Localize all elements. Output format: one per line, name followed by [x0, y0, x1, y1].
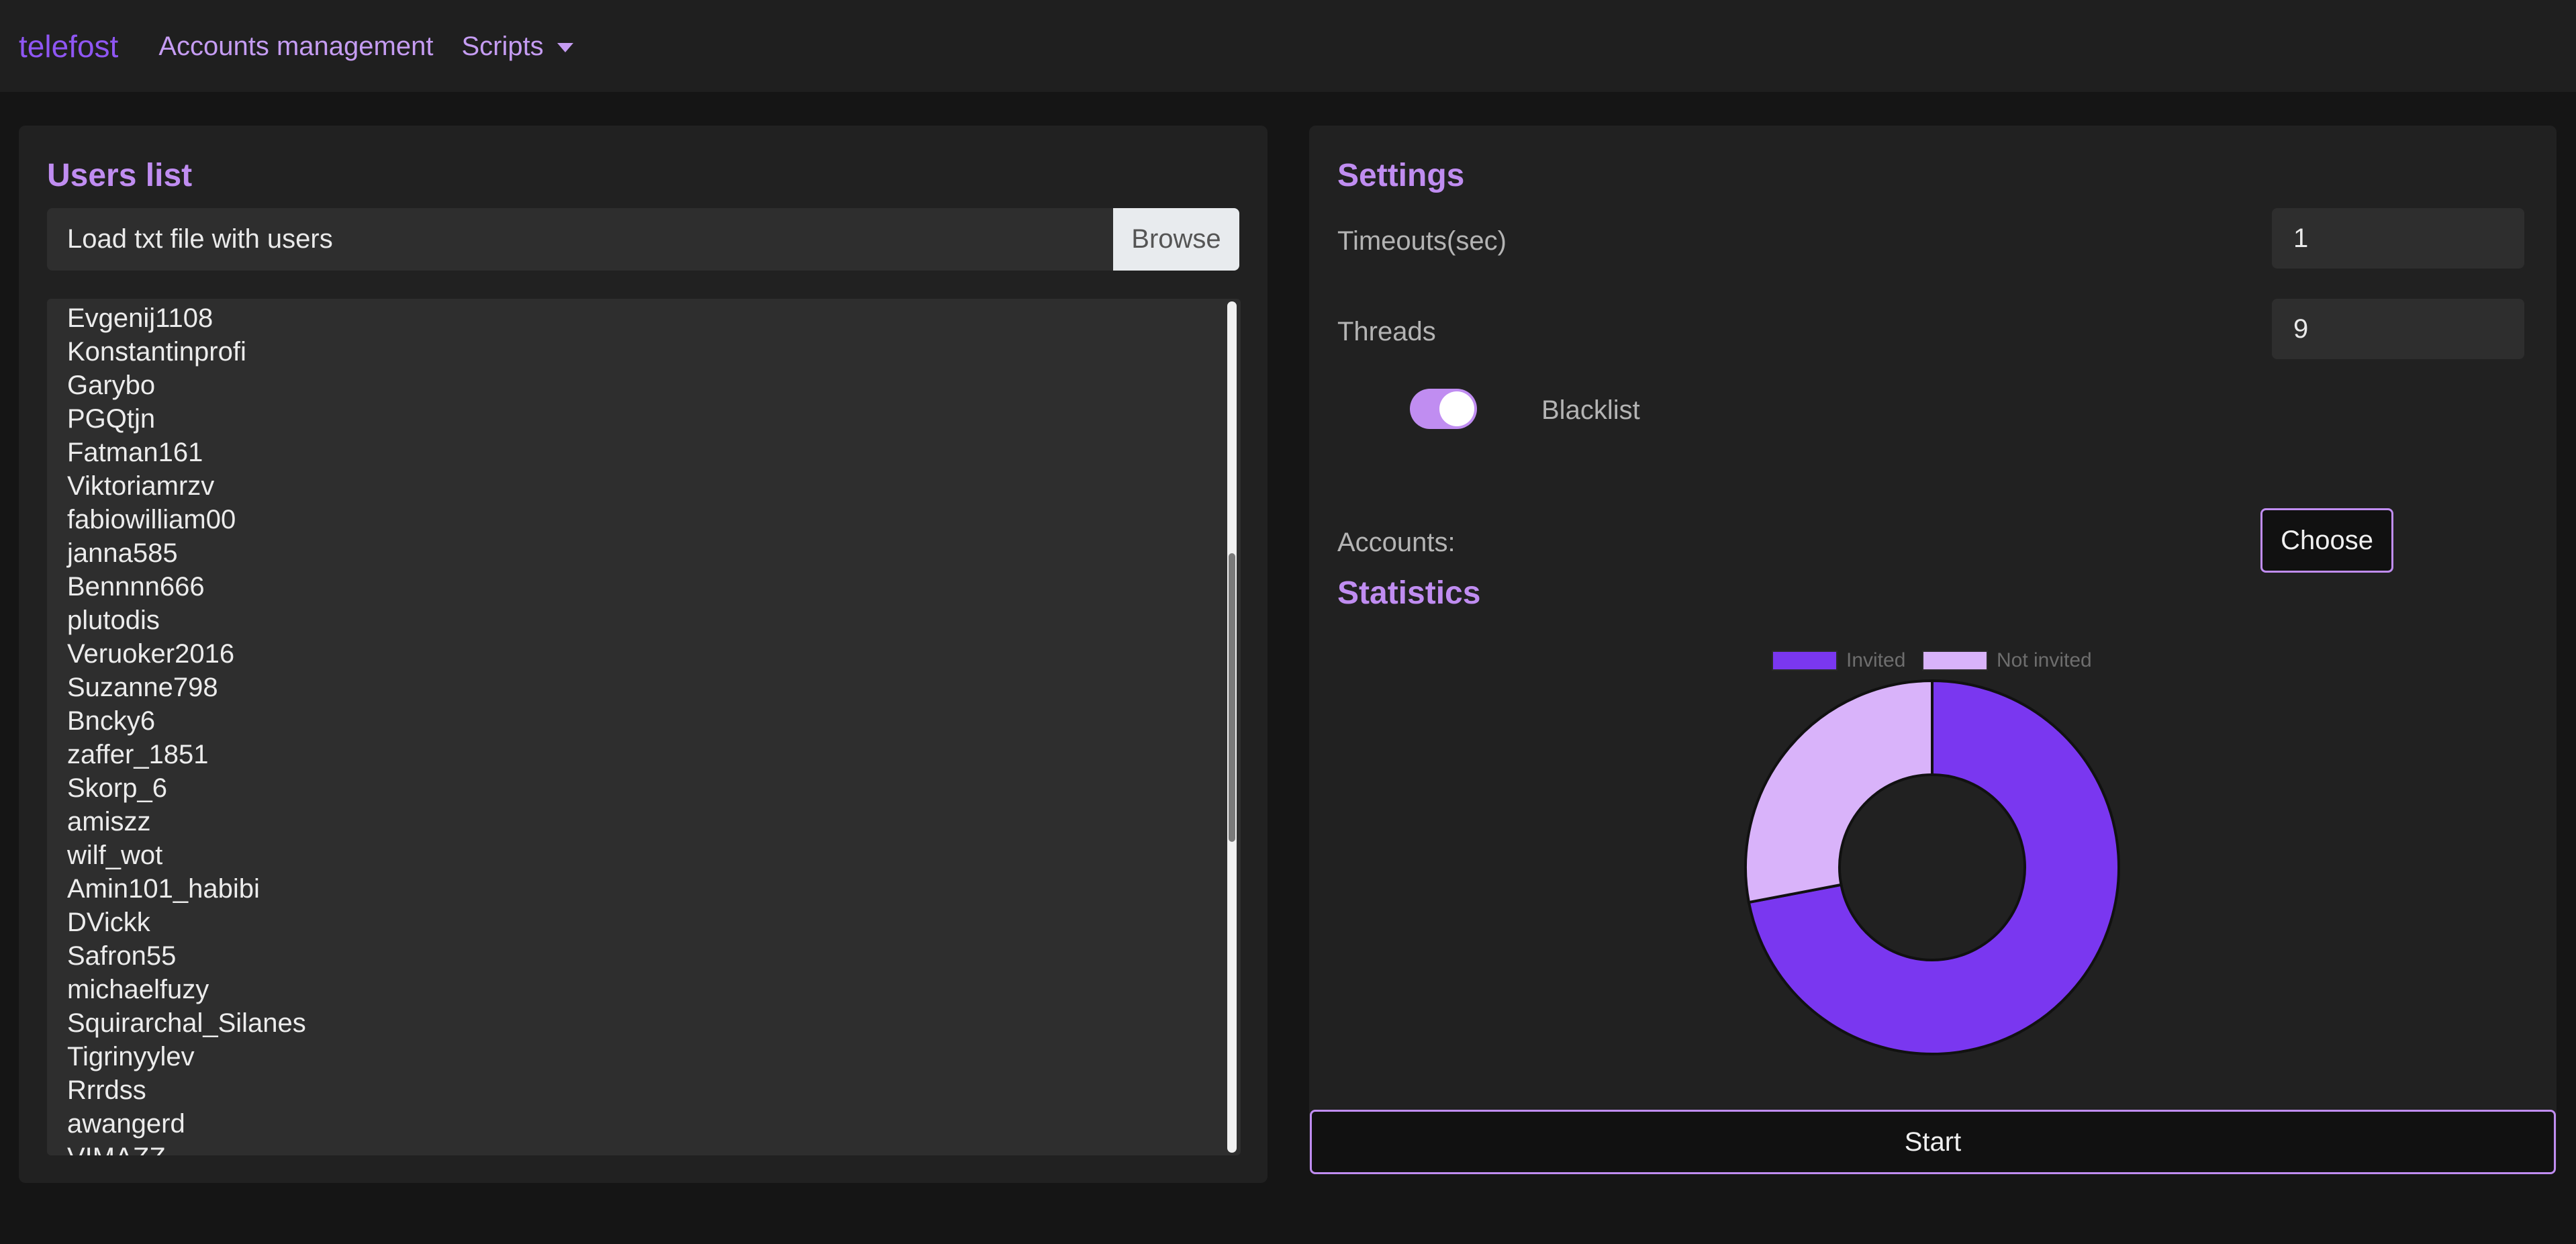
user-list-item[interactable]: Rrrdss — [67, 1073, 1195, 1107]
user-list-item[interactable]: VIMAZZ — [67, 1141, 1195, 1155]
browse-button[interactable]: Browse — [1113, 208, 1239, 271]
user-list-item[interactable]: Squirarchal_Silanes — [67, 1006, 1195, 1040]
legend-swatch-not-invited[interactable] — [1922, 651, 1988, 671]
user-list-item[interactable]: Fatman161 — [67, 436, 1195, 469]
nav-accounts-management-label: Accounts management — [158, 31, 434, 61]
user-list-item[interactable]: Veruoker2016 — [67, 637, 1195, 671]
user-list-item[interactable]: amiszz — [67, 805, 1195, 839]
user-list-item[interactable]: janna585 — [67, 536, 1195, 570]
legend-label-invited[interactable]: Invited — [1846, 649, 1905, 671]
nav-scripts-label: Scripts — [461, 31, 544, 61]
statistics-donut-chart: Invited Not invited — [1744, 649, 2120, 1055]
users-list-scrollbar[interactable] — [1227, 301, 1237, 1153]
start-button[interactable]: Start — [1310, 1110, 2556, 1174]
user-list-item[interactable]: PGQtjn — [67, 402, 1195, 436]
user-list-item[interactable]: wilf_wot — [67, 839, 1195, 872]
users-list-title: Users list — [47, 158, 193, 193]
user-list-item[interactable]: Tigrinyylev — [67, 1040, 1195, 1073]
file-input-label[interactable]: Load txt file with users — [47, 208, 1113, 271]
user-list-item[interactable]: Evgenij1108 — [67, 301, 1195, 335]
user-list-item[interactable]: Suzanne798 — [67, 671, 1195, 704]
chevron-down-icon — [557, 42, 573, 52]
user-list-item[interactable]: awangerd — [67, 1107, 1195, 1141]
user-list-item[interactable]: Bncky6 — [67, 704, 1195, 738]
nav-accounts-management[interactable]: Accounts management — [158, 33, 433, 60]
user-list-item[interactable]: DVickk — [67, 906, 1195, 939]
user-list-item[interactable]: fabiowilliam00 — [67, 503, 1195, 536]
file-input-group[interactable]: Load txt file with users Browse — [47, 208, 1239, 271]
user-list-item[interactable]: Bennnn666 — [67, 570, 1195, 604]
scrollbar-thumb[interactable] — [1229, 553, 1235, 842]
user-list-item[interactable]: Viktoriamrzv — [67, 469, 1195, 503]
users-list: Evgenij1108 Konstantinprofi Garybo PGQtjn Fa… — [67, 301, 1195, 1155]
user-list-item[interactable]: michaelfuzy — [67, 973, 1195, 1006]
user-list-item[interactable]: plutodis — [67, 604, 1195, 637]
user-list-item[interactable]: Konstantinprofi — [67, 335, 1195, 369]
users-list-panel: Users list Load txt file with users Brow… — [19, 126, 1268, 1183]
settings-panel: Settings Timeouts(sec) Threads Blacklist… — [1309, 126, 2557, 1173]
donut-slice-not-invited[interactable] — [1744, 679, 1934, 904]
user-list-item[interactable]: Amin101_habibi — [67, 872, 1195, 906]
user-list-item[interactable]: Garybo — [67, 369, 1195, 402]
legend-swatch-invited[interactable] — [1772, 651, 1838, 671]
user-list-item[interactable]: zaffer_1851 — [67, 738, 1195, 771]
user-list-item[interactable]: Skorp_6 — [67, 771, 1195, 805]
nav-scripts-dropdown[interactable]: Scripts — [461, 33, 573, 60]
user-list-item[interactable]: Safron55 — [67, 939, 1195, 973]
legend-label-not-invited[interactable]: Not invited — [1997, 649, 2092, 671]
top-navbar: telefost Accounts management Scripts — [0, 0, 2576, 92]
users-list-box[interactable]: Evgenij1108 Konstantinprofi Garybo PGQtjn Fa… — [47, 299, 1241, 1155]
brand-logo[interactable]: telefost — [19, 31, 118, 62]
